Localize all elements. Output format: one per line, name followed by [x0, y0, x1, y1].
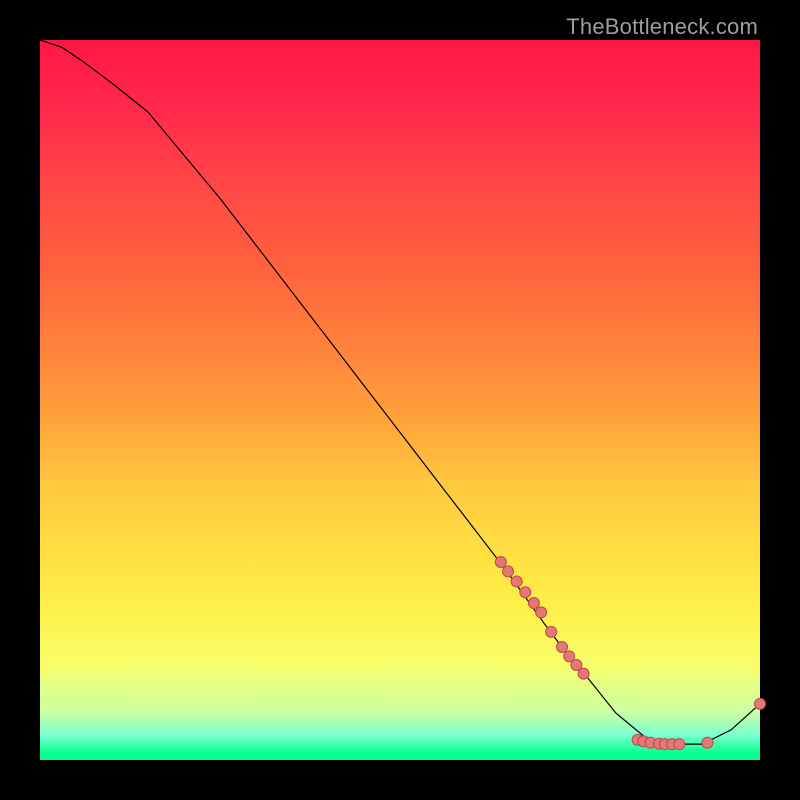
- data-point-cluster-mid-4: [578, 668, 589, 679]
- data-point-end-point: [755, 698, 766, 709]
- data-point-cluster-high-2: [503, 566, 514, 577]
- chart-overlay: [40, 40, 760, 760]
- bottleneck-curve: [40, 40, 760, 744]
- data-points-group: [495, 557, 765, 750]
- watermark-text: TheBottleneck.com: [566, 14, 758, 40]
- chart-stage: TheBottleneck.com: [0, 0, 800, 800]
- data-point-cluster-high-6: [536, 607, 547, 618]
- data-point-gap-mid-1: [546, 626, 557, 637]
- data-point-cluster-high-1: [495, 557, 506, 568]
- data-point-cluster-high-5: [528, 598, 539, 609]
- data-point-bottom-7: [674, 739, 685, 750]
- data-point-bottom-iso: [702, 737, 713, 748]
- data-point-cluster-high-4: [520, 587, 531, 598]
- data-point-cluster-mid-1: [557, 641, 568, 652]
- data-point-cluster-high-3: [511, 576, 522, 587]
